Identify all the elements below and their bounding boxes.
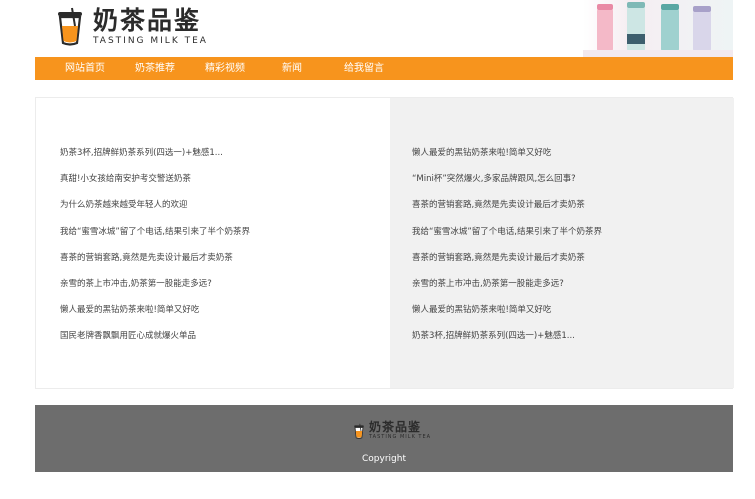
list-item[interactable]: 真甜!小女孩给南安护考交警送奶茶 bbox=[60, 172, 250, 198]
nav-item-videos[interactable]: 精彩视频 bbox=[205, 57, 245, 80]
nav-item-message[interactable]: 给我留言 bbox=[344, 57, 384, 80]
copyright-text: Copyright bbox=[362, 454, 406, 464]
milk-tea-cups-icon bbox=[583, 2, 733, 57]
list-item[interactable]: 亲雪的茶上市冲击,奶茶第一股能走多远? bbox=[60, 277, 250, 303]
list-item[interactable]: 懒人最爱的黑钻奶茶来啦!简单又好吃 bbox=[60, 303, 250, 329]
main-nav: 网站首页 奶茶推荐 精彩视频 新闻 给我留言 bbox=[35, 57, 733, 80]
footer-logo: 奶茶品鉴 TASTING MILK TEA bbox=[353, 421, 431, 440]
milk-tea-cup-icon bbox=[354, 423, 364, 439]
site-footer: 奶茶品鉴 TASTING MILK TEA Copyright bbox=[35, 405, 733, 472]
left-article-list: 奶茶3杯,招牌鲜奶茶系列(四选一)+魅感1... 真甜!小女孩给南安护考交警送奶… bbox=[60, 146, 250, 356]
list-item[interactable]: 喜茶的营销套路,竟然是先卖设计最后才卖奶茶 bbox=[60, 251, 250, 277]
article-content: 奶茶3杯,招牌鲜奶茶系列(四选一)+魅感1... 真甜!小女孩给南安护考交警送奶… bbox=[35, 97, 734, 389]
list-item[interactable]: 奶茶3杯,招牌鲜奶茶系列(四选一)+魅感1... bbox=[412, 329, 602, 355]
list-item[interactable]: 为什么奶茶越来越受年轻人的欢迎 bbox=[60, 198, 250, 224]
list-item[interactable]: 懒人最爱的黑钻奶茶来啦!简单又好吃 bbox=[412, 303, 602, 329]
list-item[interactable]: 喜茶的营销套路,竟然是先卖设计最后才卖奶茶 bbox=[412, 198, 602, 224]
list-item[interactable]: 亲雪的茶上市冲击,奶茶第一股能走多远? bbox=[412, 277, 602, 303]
list-item[interactable]: 喜茶的营销套路,竟然是先卖设计最后才卖奶茶 bbox=[412, 251, 602, 277]
brand-name-cn: 奶茶品鉴 bbox=[93, 5, 202, 35]
list-item[interactable]: 我给“蜜雪冰城”留了个电话,结果引来了半个奶茶界 bbox=[60, 225, 250, 251]
footer-brand-name-en: TASTING MILK TEA bbox=[369, 434, 432, 440]
list-item[interactable]: “Mini杯”突然爆火,多家品牌跟风,怎么回事? bbox=[412, 172, 602, 198]
nav-item-recommend[interactable]: 奶茶推荐 bbox=[135, 57, 175, 80]
site-logo[interactable]: 奶茶品鉴 TASTING MILK TEA bbox=[55, 6, 208, 46]
brand-name-en: TASTING MILK TEA bbox=[93, 35, 208, 46]
site-header: 奶茶品鉴 TASTING MILK TEA bbox=[35, 0, 733, 57]
list-item[interactable]: 懒人最爱的黑钻奶茶来啦!简单又好吃 bbox=[412, 146, 602, 172]
nav-item-home[interactable]: 网站首页 bbox=[65, 57, 105, 80]
page-container: 奶茶品鉴 TASTING MILK TEA 网站首页 奶茶推荐 精彩视频 新闻 bbox=[35, 0, 734, 472]
list-item[interactable]: 国民老牌香飘飘用匠心成就爆火单品 bbox=[60, 329, 250, 355]
nav-item-news[interactable]: 新闻 bbox=[282, 57, 302, 80]
list-item[interactable]: 我给“蜜雪冰城”留了个电话,结果引来了半个奶茶界 bbox=[412, 225, 602, 251]
right-article-panel: 懒人最爱的黑钻奶茶来啦!简单又好吃 “Mini杯”突然爆火,多家品牌跟风,怎么回… bbox=[390, 98, 734, 388]
milk-tea-banner-image bbox=[583, 0, 733, 57]
milk-tea-cup-icon bbox=[58, 7, 82, 46]
list-item[interactable]: 奶茶3杯,招牌鲜奶茶系列(四选一)+魅感1... bbox=[60, 146, 250, 172]
left-article-panel: 奶茶3杯,招牌鲜奶茶系列(四选一)+魅感1... 真甜!小女孩给南安护考交警送奶… bbox=[36, 98, 390, 388]
right-article-list: 懒人最爱的黑钻奶茶来啦!简单又好吃 “Mini杯”突然爆火,多家品牌跟风,怎么回… bbox=[412, 146, 602, 356]
footer-brand-name-cn: 奶茶品鉴 bbox=[369, 420, 422, 434]
